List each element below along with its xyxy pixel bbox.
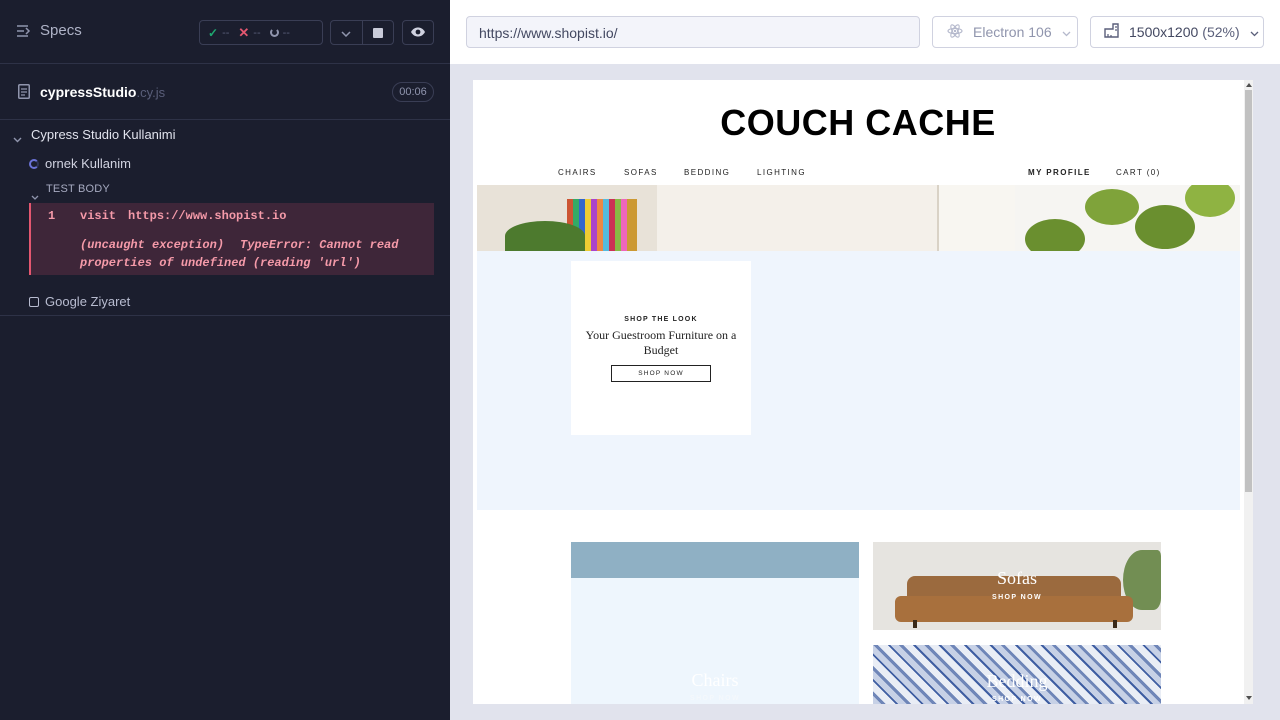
aut-iframe[interactable]: COUCH CACHE CHAIRS SOFAS BEDDING LIGHTIN… xyxy=(473,80,1253,704)
nav-lighting[interactable]: LIGHTING xyxy=(757,168,806,177)
chevron-down-icon xyxy=(1062,24,1071,40)
chevron-down-icon xyxy=(341,24,352,42)
spec-header: cypressStudio.cy.js 00:06 xyxy=(0,64,450,120)
reporter-header: Specs ✓ -- ✕ -- -- xyxy=(0,0,450,64)
specs-label: Specs xyxy=(40,22,82,39)
running-icon xyxy=(29,159,39,169)
nav-chairs[interactable]: CHAIRS xyxy=(558,168,597,177)
test-stats: ✓ -- ✕ -- -- xyxy=(199,20,323,45)
shop-the-look-card: SHOP THE LOOK Your Guestroom Furniture o… xyxy=(571,261,751,435)
tile-label-chairs: Chairs xyxy=(691,670,739,690)
specs-toggle-button[interactable]: Specs xyxy=(16,22,82,39)
hero-shelf-plant xyxy=(505,221,585,251)
leaf xyxy=(1085,189,1139,225)
selector-playground-button[interactable] xyxy=(402,20,434,45)
not-run-icon xyxy=(29,297,39,307)
browser-selector[interactable]: Electron 106 xyxy=(932,16,1078,48)
run-controls xyxy=(330,20,394,45)
command-number: 1 xyxy=(48,209,56,223)
pending-icon xyxy=(269,28,279,37)
eye-icon xyxy=(410,24,426,42)
electron-icon xyxy=(947,23,963,42)
site-logo[interactable]: COUCH CACHE xyxy=(473,102,1243,144)
tile-cta-bedding[interactable]: SHOP NOW xyxy=(873,696,1161,703)
look-kicker: SHOP THE LOOK xyxy=(624,316,698,323)
command-name: visit xyxy=(80,209,117,223)
category-tile-sofas[interactable]: Sofas SHOP NOW xyxy=(873,542,1161,630)
nav-sofas[interactable]: SOFAS xyxy=(624,168,658,177)
test-title[interactable]: ornek Kullanim xyxy=(45,156,131,171)
leaf xyxy=(1025,219,1085,251)
browser-name: Electron 106 xyxy=(973,24,1052,40)
passed-stat: ✓ -- xyxy=(208,25,230,40)
check-icon: ✓ xyxy=(208,25,219,40)
viewport-selector[interactable]: 1500x1200 (52%) xyxy=(1090,16,1264,48)
chevron-down-icon xyxy=(1250,24,1259,40)
sofa-leg xyxy=(1113,620,1117,628)
command-message: https://www.shopist.io xyxy=(128,209,287,223)
leaf xyxy=(1185,185,1235,217)
category-tile-bedding[interactable]: Bedding SHOP NOW xyxy=(873,645,1161,704)
leaf xyxy=(1135,205,1195,249)
suite-title: Cypress Studio Kullanimi xyxy=(31,127,176,142)
test-body-label: TEST BODY xyxy=(46,183,110,195)
exception-label: (uncaught exception) xyxy=(80,238,225,252)
command-log-entry[interactable]: 1 visit https://www.shopist.io (uncaught … xyxy=(29,203,434,275)
shop-now-button[interactable]: SHOP NOW xyxy=(611,365,711,382)
reporter-panel: Specs ✓ -- ✕ -- -- cypressStudio.cy.js 00:… xyxy=(0,0,450,720)
scroll-up-arrow-icon[interactable] xyxy=(1246,83,1252,87)
hero-wall xyxy=(657,185,937,251)
tile-label-bedding: Bedding xyxy=(986,671,1048,691)
nav-cart[interactable]: CART (0) xyxy=(1116,168,1161,177)
command-text: visit https://www.shopist.io xyxy=(80,209,286,223)
suite-row[interactable]: Cypress Studio Kullanimi xyxy=(0,124,450,146)
hero-plant xyxy=(1015,185,1240,251)
ruler-icon xyxy=(1104,23,1119,41)
app-under-test-panel: https://www.shopist.io/ Electron 106 150… xyxy=(450,0,1280,720)
tile-label-sofas: Sofas xyxy=(997,568,1037,588)
stop-icon xyxy=(372,27,383,38)
failed-stat: ✕ -- xyxy=(238,24,261,40)
pending-stat: -- xyxy=(269,27,290,39)
spec-duration: 00:06 xyxy=(392,82,434,102)
hero-door xyxy=(937,185,1015,251)
sofa-leg xyxy=(913,620,917,628)
hero-image xyxy=(477,185,1240,251)
error-message[interactable]: (uncaught exception) TypeError: Cannot re… xyxy=(80,236,420,272)
file-icon xyxy=(18,84,30,104)
look-title: Your Guestroom Furniture on a Budget xyxy=(585,328,737,357)
nav-bedding[interactable]: BEDDING xyxy=(684,168,730,177)
category-tile-chairs[interactable]: Chairs SHOP NOW xyxy=(571,542,859,704)
viewport-size: 1500x1200 (52%) xyxy=(1129,24,1240,40)
spec-extension: .cy.js xyxy=(136,85,166,100)
x-icon: ✕ xyxy=(238,24,250,40)
tile-cta-chairs[interactable]: SHOP NOW xyxy=(571,695,859,702)
spec-filename[interactable]: cypressStudio.cy.js xyxy=(40,84,165,100)
tile-cta-sofas[interactable]: SHOP NOW xyxy=(873,594,1161,601)
specs-list-icon xyxy=(16,24,32,38)
aut-scrollbar-thumb[interactable] xyxy=(1245,90,1252,492)
skipped-test-title[interactable]: Google Ziyaret xyxy=(45,294,130,309)
expand-collapse-button[interactable] xyxy=(331,21,362,44)
chevron-down-icon xyxy=(13,130,22,148)
chairs-image xyxy=(571,542,859,578)
scroll-down-arrow-icon[interactable] xyxy=(1246,696,1252,700)
aut-header: https://www.shopist.io/ Electron 106 150… xyxy=(450,0,1280,64)
url-bar[interactable]: https://www.shopist.io/ xyxy=(466,16,920,48)
stop-button[interactable] xyxy=(361,21,393,44)
nav-my-profile[interactable]: MY PROFILE xyxy=(1028,168,1091,177)
